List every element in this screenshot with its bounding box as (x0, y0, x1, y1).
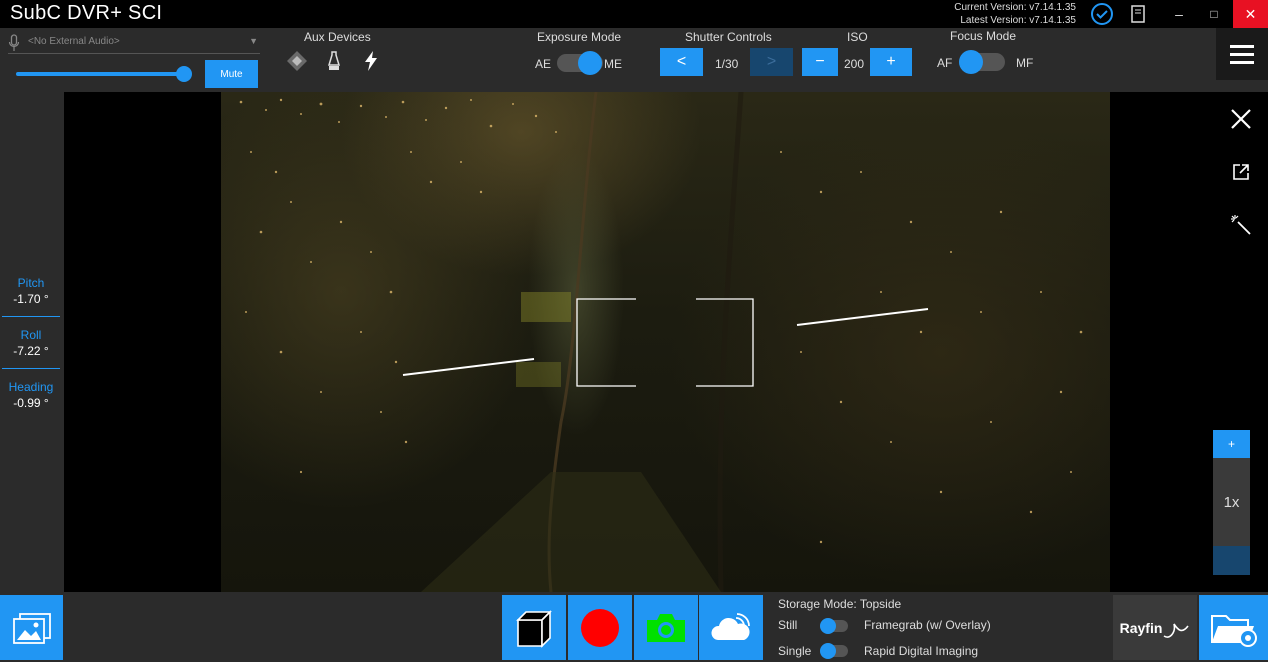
iso-increase-button[interactable]: + (870, 48, 912, 76)
exposure-mode-label: Exposure Mode (537, 30, 622, 44)
pitch-readout: Pitch -1.70 ° (0, 276, 62, 306)
particles (239, 98, 1083, 544)
image-gallery-icon (12, 612, 51, 644)
shutter-increase-button[interactable]: > (750, 48, 793, 76)
still-label: Still (778, 618, 798, 632)
gallery-button[interactable] (0, 595, 63, 660)
lamp-icon[interactable] (323, 50, 345, 72)
aux-devices-label: Aux Devices (304, 30, 371, 44)
latest-version: Latest Version: v7.14.1.35 (960, 15, 1076, 26)
check-circle-icon[interactable] (1090, 2, 1114, 26)
shutter-controls-label: Shutter Controls (685, 30, 772, 44)
record-icon (581, 608, 619, 647)
shutter-value: 1/30 (715, 57, 739, 71)
lightning-icon[interactable] (360, 50, 382, 72)
divider (2, 316, 60, 317)
divider (2, 368, 60, 369)
hamburger-menu-icon[interactable] (1216, 28, 1268, 80)
single-mode-desc: Rapid Digital Imaging (864, 644, 979, 658)
cube-icon (516, 609, 552, 648)
fin-swoosh-icon (1163, 623, 1190, 638)
heading-label: Heading (8, 380, 54, 394)
zoom-level: 1x (1213, 458, 1250, 546)
iso-value: 200 (844, 57, 865, 71)
bottom-bar: Storage Mode: Topside Still Framegrab (w… (0, 592, 1268, 662)
camera-feed[interactable] (221, 92, 1110, 592)
single-label: Single (778, 644, 812, 658)
current-version: Current Version: v7.14.1.35 (954, 2, 1076, 13)
3d-capture-button[interactable] (502, 595, 566, 660)
close-overlay-icon[interactable] (1228, 106, 1254, 132)
diamond-icon[interactable] (286, 50, 308, 72)
snapshot-button[interactable] (634, 595, 698, 660)
still-mode-desc: Framegrab (w/ Overlay) (864, 618, 991, 632)
focus-mode-label: Focus Mode (950, 29, 1017, 43)
focus-toggle-thumb[interactable] (959, 50, 983, 74)
focus-mf-label: MF (1016, 56, 1034, 70)
iso-label: ISO (847, 30, 868, 44)
camera-toolbar: <No External Audio> ▼ Mute Aux Devices E… (0, 28, 1268, 92)
zoom-in-button[interactable]: + (1213, 430, 1250, 458)
folder-settings-icon (1210, 614, 1257, 647)
settings-folder-button[interactable] (1199, 595, 1268, 660)
sensor-panel: Pitch -1.70 ° Roll -7.22 ° Heading -0.99… (0, 92, 64, 592)
shutter-decrease-button[interactable]: < (660, 48, 703, 76)
audio-device-select[interactable]: <No External Audio> ▼ (8, 32, 260, 54)
camera-icon (647, 613, 685, 642)
version-info: Current Version: v7.14.1.35 Latest Versi… (954, 1, 1076, 27)
manual-book-icon[interactable] (1126, 2, 1150, 26)
roll-readout: Roll -7.22 ° (0, 328, 62, 358)
volume-slider-thumb[interactable] (176, 66, 192, 82)
heading-readout: Heading -0.99 ° (0, 380, 62, 410)
iso-decrease-button[interactable]: − (802, 48, 838, 76)
storage-mode-text: Storage Mode: Topside (778, 597, 902, 611)
exposure-toggle-thumb[interactable] (578, 51, 602, 75)
microphone-icon (8, 34, 20, 51)
video-area[interactable] (64, 92, 1214, 592)
heading-value: -0.99 ° (13, 396, 49, 410)
zoom-out-button[interactable] (1213, 546, 1250, 575)
minimize-button[interactable]: – (1162, 0, 1196, 28)
exposure-ae-label: AE (535, 57, 552, 71)
rayfin-wordmark: Rayfin (1119, 619, 1163, 636)
video-overlay (239, 92, 1083, 592)
still-mode-toggle[interactable] (820, 618, 848, 634)
cloud-upload-button[interactable] (699, 595, 763, 660)
maximize-button[interactable]: □ (1197, 0, 1231, 28)
app-title: SubC DVR+ SCI (10, 2, 163, 24)
cloud-wifi-icon (711, 612, 750, 640)
focus-af-label: AF (937, 56, 953, 70)
audio-placeholder: <No External Audio> (28, 36, 120, 47)
rayfin-logo: Rayfin (1113, 595, 1197, 660)
volume-slider-track[interactable] (16, 72, 184, 76)
record-button[interactable] (568, 595, 632, 660)
roll-value: -7.22 ° (13, 344, 49, 358)
title-bar: SubC DVR+ SCI Current Version: v7.14.1.3… (0, 0, 1268, 28)
pitch-value: -1.70 ° (13, 292, 49, 306)
close-window-button[interactable]: ✕ (1233, 0, 1268, 28)
chevron-down-icon: ▼ (249, 36, 258, 46)
mute-button[interactable]: Mute (205, 60, 258, 88)
magic-wand-icon[interactable] (1228, 212, 1254, 238)
roll-label: Roll (20, 328, 42, 342)
pitch-label: Pitch (17, 276, 45, 290)
exposure-me-label: ME (604, 57, 622, 71)
single-mode-toggle[interactable] (820, 643, 848, 659)
popout-icon[interactable] (1228, 159, 1254, 185)
